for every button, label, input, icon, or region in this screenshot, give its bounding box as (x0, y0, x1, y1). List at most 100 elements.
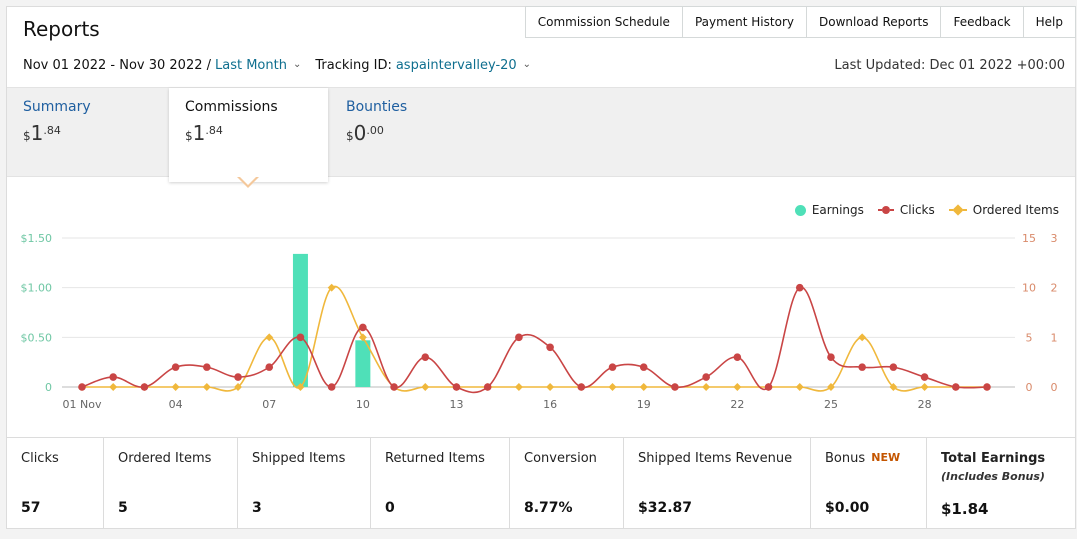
tab-bounties[interactable]: Bounties $0.00 (346, 88, 407, 178)
stat-conversion: Conversion 8.77% (510, 438, 624, 529)
stat-bonus-value: $0.00 (825, 500, 870, 516)
ordered-items-point (733, 383, 742, 391)
clicks-point (109, 373, 118, 381)
clicks-point (359, 323, 367, 332)
chevron-down-icon[interactable]: ⌄ (293, 59, 301, 70)
period-dropdown[interactable]: Last Month (215, 58, 287, 73)
clicks-point (795, 283, 804, 292)
new-badge: NEW (871, 451, 901, 464)
ordered-items-point (920, 383, 929, 391)
nav-help[interactable]: Help (1023, 6, 1076, 38)
ordered-items-point (858, 333, 867, 342)
ordered-items-point (608, 383, 617, 391)
clicks-point (577, 383, 586, 391)
stat-shipped-revenue: Shipped Items Revenue $32.87 (624, 438, 811, 529)
legend-earnings[interactable]: Earnings (794, 203, 864, 217)
nav-download-reports[interactable]: Download Reports (806, 6, 942, 38)
clicks-point (203, 363, 211, 371)
clicks-point (983, 383, 991, 391)
y-right-ordered-tick-label: 1 (1051, 331, 1058, 344)
tab-bounties-value: $0.00 (346, 121, 384, 145)
filter-row: Nov 01 2022 - Nov 30 2022 / Last Month ⌄… (23, 58, 531, 73)
x-tick-label: 10 (356, 398, 370, 411)
clicks-point (764, 383, 773, 391)
clicks-point (327, 383, 336, 391)
y-right-ordered-tick-label: 0 (1051, 381, 1058, 394)
ordered-items-point (514, 383, 523, 391)
chart-legend: Earnings Clicks Ordered Items (781, 203, 1059, 217)
clicks-point (827, 353, 835, 361)
clicks-swatch-icon (877, 206, 894, 214)
clicks-point (608, 363, 617, 371)
report-tabs: Summary $1.84 Commissions $1.84 Bounties… (7, 87, 1075, 182)
clicks-point (702, 373, 710, 381)
earnings-chart: $1.50$1.00$0.500151050321001 Nov 04 07 10 13… (21, 232, 1058, 411)
clicks-point (951, 383, 960, 391)
stat-ordered-value: 5 (118, 500, 128, 516)
page-title: Reports (23, 17, 100, 41)
ordered-items-line (81, 285, 987, 392)
clicks-point (390, 383, 398, 391)
clicks-point (546, 343, 554, 352)
y-right-ordered-tick-label: 2 (1051, 282, 1058, 295)
tab-commissions-label[interactable]: Commissions (185, 99, 328, 115)
stat-total-earnings: Total Earnings (Includes Bonus) $1.84 (941, 451, 1046, 518)
clicks-point (171, 363, 180, 371)
tracking-id-dropdown[interactable]: aspaintervalley-20 (396, 58, 517, 73)
ordered-items-point (202, 383, 211, 391)
x-tick-label: 16 (543, 398, 557, 411)
y-left-tick-label: $1.00 (21, 282, 53, 295)
ordered-items-point (702, 383, 711, 391)
ordered-items-point (358, 333, 367, 342)
y-right-clicks-tick-label: 5 (1026, 331, 1033, 344)
ordered-items-point (795, 383, 804, 391)
ordered-items-point (171, 383, 180, 391)
clicks-point (421, 353, 430, 361)
x-tick-label: 28 (918, 398, 932, 411)
earnings-swatch-icon (794, 204, 806, 216)
stat-shipped-value: 3 (252, 500, 262, 516)
clicks-point (452, 383, 461, 391)
stat-ordered-items: Ordered Items 5 (104, 438, 238, 529)
clicks-point (78, 383, 86, 391)
nav-feedback[interactable]: Feedback (941, 6, 1024, 38)
legend-ordered-items[interactable]: Ordered Items (948, 203, 1059, 217)
ordered-items-point (639, 383, 648, 391)
x-tick-label: 19 (637, 398, 651, 411)
earnings-bar (292, 253, 308, 387)
chevron-down-icon[interactable]: ⌄ (523, 59, 531, 70)
clicks-point (733, 353, 742, 361)
nav-commission-schedule[interactable]: Commission Schedule (524, 6, 683, 38)
date-range: Nov 01 2022 - Nov 30 2022 / (23, 58, 211, 73)
stats-row: Clicks 57 Ordered Items 5 Shipped Items … (7, 437, 1075, 529)
top-nav: Commission Schedule Payment History Down… (524, 6, 1076, 38)
clicks-point (296, 333, 305, 342)
tab-bounties-label[interactable]: Bounties (346, 99, 407, 115)
stat-conversion-value: 8.77% (524, 500, 573, 516)
y-right-ordered-tick-label: 3 (1051, 232, 1058, 245)
stat-shipped-items: Shipped Items 3 (238, 438, 371, 529)
nav-payment-history[interactable]: Payment History (682, 6, 807, 38)
clicks-line (81, 286, 988, 394)
x-tick-label: 07 (262, 398, 276, 411)
active-tab-pointer (237, 176, 259, 188)
stat-returned-value: 0 (385, 500, 395, 516)
tab-summary-label[interactable]: Summary (23, 99, 91, 115)
clicks-point (671, 383, 679, 391)
tab-summary-value: $1.84 (23, 121, 61, 145)
x-tick-label: 01 Nov (63, 398, 102, 411)
clicks-point (639, 363, 648, 371)
legend-clicks[interactable]: Clicks (877, 203, 935, 217)
tab-commissions-value: $1.84 (185, 121, 223, 145)
clicks-point (483, 383, 492, 391)
tab-summary[interactable]: Summary $1.84 (23, 88, 91, 178)
y-right-clicks-tick-label: 10 (1022, 282, 1036, 295)
last-updated: Last Updated: Dec 01 2022 +00:00 (834, 58, 1065, 73)
x-tick-label: 13 (449, 398, 463, 411)
y-left-tick-label: 0 (45, 381, 52, 394)
y-left-tick-label: $1.50 (21, 232, 53, 245)
clicks-point (889, 363, 898, 371)
tab-commissions[interactable]: Commissions $1.84 (169, 88, 328, 182)
y-left-tick-label: $0.50 (21, 331, 53, 344)
ordered-items-point (265, 333, 274, 342)
